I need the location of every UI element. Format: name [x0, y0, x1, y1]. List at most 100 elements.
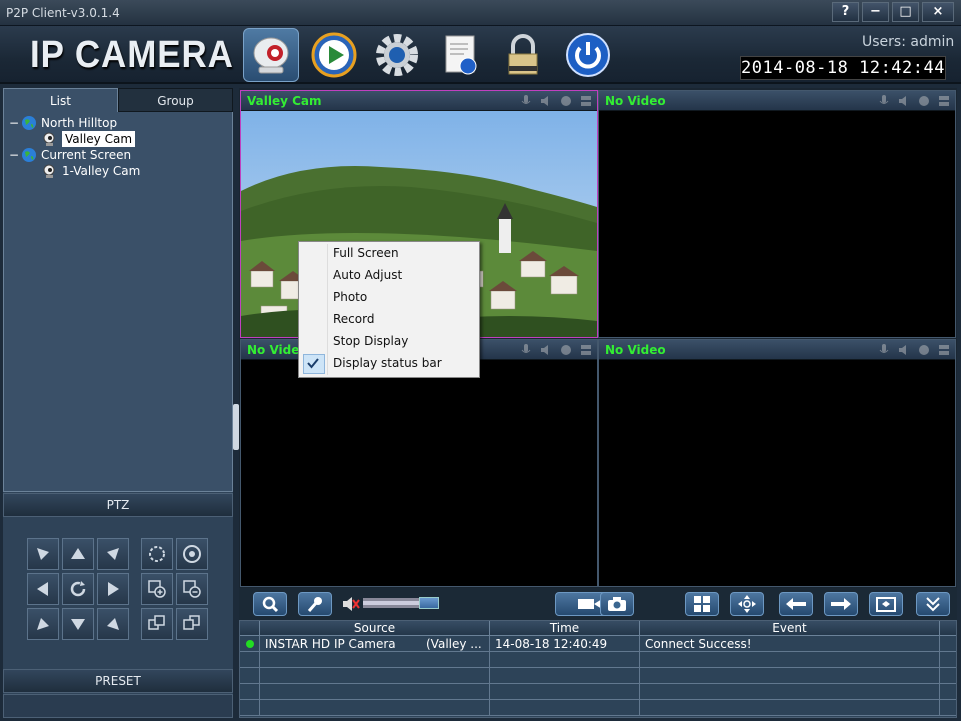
speaker-icon: [541, 345, 548, 355]
tree-camera-valley-cam[interactable]: Valley Cam: [42, 131, 136, 147]
cell-status-icons: [519, 343, 593, 357]
menu-item-label: Display status bar: [333, 356, 442, 370]
collapse-toggle[interactable]: −: [9, 115, 21, 131]
volume-mute-icon[interactable]: [342, 596, 360, 612]
video-cell-header: No Video: [599, 340, 955, 360]
ptz-left-button[interactable]: [27, 573, 59, 605]
fullscreen-button[interactable]: [730, 592, 764, 616]
table-row[interactable]: INSTAR HD IP Camera (Valley ... 14-08-18…: [240, 636, 956, 652]
device-tree: − North Hilltop Valley Cam − Current Scr…: [3, 112, 233, 492]
volume-slider-track[interactable]: [363, 597, 439, 609]
search-icon: [262, 596, 279, 613]
tab-list[interactable]: List: [3, 88, 118, 112]
cell-status-icons: [519, 94, 593, 108]
source-name: INSTAR HD IP Camera: [265, 637, 396, 651]
tree-camera-1-valley-cam[interactable]: 1-Valley Cam: [42, 163, 140, 179]
camera-snapshot-icon: [608, 597, 626, 611]
collapse-toggle[interactable]: −: [9, 147, 21, 163]
microphone-icon: [521, 95, 531, 104]
tree-group-current-screen[interactable]: − Current Screen: [9, 147, 131, 163]
datetime-display: 2014-08-18 12:42:44: [740, 56, 946, 80]
ptz-direction-pad: [27, 538, 131, 642]
layout-grid-button[interactable]: [685, 592, 719, 616]
cycle-button[interactable]: [869, 592, 903, 616]
focus-near-button[interactable]: [141, 608, 173, 640]
ptz-down-right-button[interactable]: [97, 608, 129, 640]
menu-item-display-status-bar[interactable]: Display status bar: [299, 352, 479, 374]
live-view-button[interactable]: [243, 28, 299, 82]
playback-button[interactable]: [306, 28, 362, 82]
camera-live-icon: [253, 37, 289, 74]
table-row-empty: [240, 668, 956, 684]
snapshot-button[interactable]: [600, 592, 634, 616]
tree-group-north-hilltop[interactable]: − North Hilltop: [9, 115, 117, 131]
zoom-out-icon: [183, 580, 201, 598]
tab-group[interactable]: Group: [118, 88, 233, 112]
maximize-button[interactable]: □: [892, 2, 919, 22]
tree-label: Current Screen: [41, 148, 132, 162]
ptz-up-left-button[interactable]: [27, 538, 59, 570]
zoom-out-button[interactable]: [176, 573, 208, 605]
preset-area: [3, 694, 233, 718]
camera-icon: [43, 164, 55, 178]
power-icon: [566, 33, 610, 77]
arrow-down-right-icon: [107, 618, 119, 630]
focus-near-icon: [148, 615, 165, 630]
lock-button[interactable]: [495, 28, 551, 82]
ptz-right-button[interactable]: [97, 573, 129, 605]
refresh-icon: [70, 581, 86, 597]
menu-item-record[interactable]: Record: [299, 308, 479, 330]
app-logo: IP CAMERA: [30, 34, 234, 76]
focus-far-button[interactable]: [176, 608, 208, 640]
tree-label: 1-Valley Cam: [62, 164, 141, 178]
video-cell-2[interactable]: No Video: [598, 90, 956, 338]
ptz-up-right-button[interactable]: [97, 538, 129, 570]
ptz-down-button[interactable]: [62, 608, 94, 640]
menu-item-full-screen[interactable]: Full Screen: [299, 242, 479, 264]
users-label: Users: admin: [862, 34, 955, 50]
status-column-header: [240, 621, 260, 635]
cell-status-icons: [877, 343, 951, 357]
iris-open-button[interactable]: [176, 538, 208, 570]
preset-section-header[interactable]: PRESET: [3, 669, 233, 693]
next-page-button[interactable]: [824, 592, 858, 616]
menu-item-stop-display[interactable]: Stop Display: [299, 330, 479, 352]
source-extra: (Valley ...: [426, 637, 482, 651]
microphone-icon: [307, 597, 322, 612]
zoom-in-button[interactable]: [141, 573, 173, 605]
talk-button[interactable]: [298, 592, 332, 616]
bottom-toolbar: [239, 588, 957, 620]
arrow-right-icon: [108, 582, 119, 596]
column-header-source[interactable]: Source: [260, 621, 490, 635]
log-button[interactable]: [432, 28, 488, 82]
settings-gear-icon: [376, 34, 418, 76]
search-button[interactable]: [253, 592, 287, 616]
minimize-button[interactable]: −: [862, 2, 889, 22]
ptz-down-left-button[interactable]: [27, 608, 59, 640]
volume-slider-fill: [363, 601, 421, 605]
help-button[interactable]: ?: [832, 2, 859, 22]
column-header-time[interactable]: Time: [490, 621, 640, 635]
close-button[interactable]: ×: [922, 2, 954, 22]
ptz-up-button[interactable]: [62, 538, 94, 570]
settings-button[interactable]: [369, 28, 425, 82]
volume-slider-thumb[interactable]: [419, 597, 439, 609]
menu-item-photo[interactable]: Photo: [299, 286, 479, 308]
menu-item-auto-adjust[interactable]: Auto Adjust: [299, 264, 479, 286]
iris-close-button[interactable]: [141, 538, 173, 570]
video-cell-header: Valley Cam: [241, 91, 597, 111]
record-icon: [919, 345, 929, 355]
ptz-controls: [3, 518, 233, 668]
video-context-menu: Full Screen Auto Adjust Photo Record Sto…: [298, 241, 480, 378]
title-bar: P2P Client-v3.0.1.4 ? − □ ×: [0, 0, 961, 26]
tree-label-selected: Valley Cam: [62, 131, 136, 147]
expand-events-button[interactable]: [916, 592, 950, 616]
previous-page-button[interactable]: [779, 592, 813, 616]
exit-button[interactable]: [560, 28, 616, 82]
ptz-auto-cruise-button[interactable]: [62, 573, 94, 605]
video-cell-4[interactable]: No Video: [598, 339, 956, 587]
ptz-section-header[interactable]: PTZ: [3, 493, 233, 517]
bars-icon: [581, 345, 591, 355]
column-header-event[interactable]: Event: [640, 621, 940, 635]
log-document-icon: [445, 35, 477, 75]
